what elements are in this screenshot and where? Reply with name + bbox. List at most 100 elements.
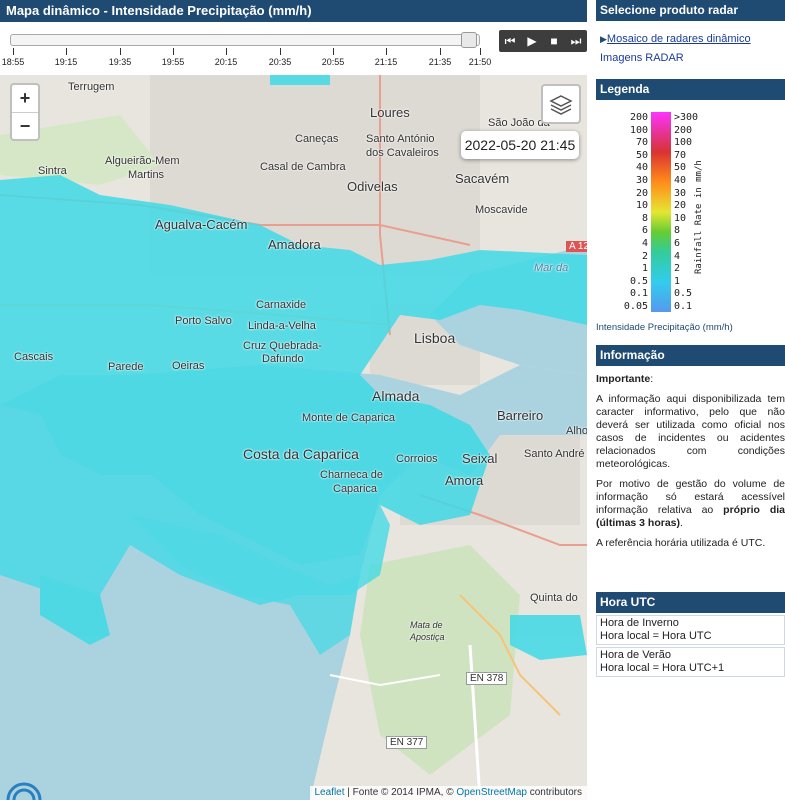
legend-right-label: 6	[674, 238, 681, 249]
legend-left-label: 70	[635, 137, 648, 149]
legend-right-label: 0.1	[674, 301, 693, 312]
radar-logo-icon	[6, 782, 42, 800]
place-label: Sintra	[38, 165, 67, 177]
tick-label: 21:35	[428, 57, 452, 67]
tick	[173, 48, 174, 55]
place-label: Linda-a-Velha	[248, 320, 316, 332]
place-label: Quinta do	[530, 592, 578, 604]
place-label: Oeiras	[172, 360, 205, 372]
tick	[440, 48, 441, 55]
place-label: Mar da	[534, 262, 569, 274]
tick-label: 21:15	[374, 57, 398, 67]
product-header: Selecione produto radar	[596, 0, 785, 21]
legend-right-label: 8	[674, 225, 681, 237]
legend-right-label: 70	[674, 149, 687, 161]
mosaic-link[interactable]: ▶Mosaico de radares dinâmico	[600, 33, 751, 45]
place-label: Amora	[445, 473, 484, 488]
stop-button[interactable]: ■	[544, 30, 564, 52]
playback-controls: ⏮ ▶ ■ ⏭	[499, 30, 587, 52]
place-label: Alho	[566, 425, 587, 437]
layers-icon	[549, 95, 573, 115]
forward-button[interactable]: ⏭	[566, 30, 586, 52]
road-label: A 12	[566, 241, 587, 252]
road-label: EN 377	[386, 736, 428, 749]
legend-left-label: 4	[641, 238, 648, 249]
map-panel: Mapa dinâmico - Intensidade Precipitação…	[0, 0, 587, 800]
place-label: Terrugem	[68, 81, 115, 93]
place-label: Sacavém	[455, 171, 510, 186]
place-label: Porto Salvo	[175, 315, 232, 327]
place-label: Mata de	[410, 620, 443, 630]
place-label: Dafundo	[262, 353, 304, 365]
tick	[66, 48, 67, 55]
tick-label: 20:15	[214, 57, 238, 67]
zoom-out-button[interactable]: −	[12, 113, 38, 140]
attribution-contributors: contributors	[526, 787, 582, 798]
place-label: Santo António	[366, 133, 435, 145]
rewind-button[interactable]: ⏮	[500, 30, 520, 52]
place-label: Santo André	[524, 448, 585, 460]
place-label: Lisboa	[414, 330, 456, 346]
place-label: Cruz Quebrada-	[243, 340, 322, 352]
legend-left-label: 10	[635, 200, 648, 212]
winter-time-box: Hora de Inverno Hora local = Hora UTC	[596, 615, 785, 645]
summer-label: Hora de Verão	[600, 649, 671, 661]
place-label: Almada	[372, 388, 420, 404]
place-label: Costa da Caparica	[243, 446, 359, 462]
tick-label: 21:50	[468, 57, 492, 67]
tick	[226, 48, 227, 55]
legend-right-label: 1	[674, 275, 681, 287]
legend-right-label: 200	[674, 124, 693, 136]
timeline-slider-track[interactable]	[10, 34, 480, 46]
legend-header: Legenda	[596, 79, 785, 100]
place-label: Seixal	[462, 451, 498, 466]
important-colon: :	[650, 373, 654, 385]
tick	[280, 48, 281, 55]
summer-value: Hora local = Hora UTC+1	[600, 662, 725, 674]
leaflet-link[interactable]: Leaflet	[315, 787, 345, 798]
important-label: Importante	[596, 373, 651, 385]
place-label: dos Cavaleiros	[366, 147, 439, 159]
legend-left-label: 50	[635, 149, 648, 161]
radar-images-link[interactable]: Imagens RADAR	[600, 52, 684, 64]
zoom-in-button[interactable]: +	[12, 85, 38, 113]
legend-left-label: 1	[641, 263, 648, 275]
legend-right-label: 40	[674, 175, 687, 186]
legend-right-label: 20	[674, 200, 687, 212]
road-label: EN 378	[466, 672, 508, 685]
timeline-slider-handle[interactable]	[461, 32, 477, 48]
place-label: Charneca de	[320, 469, 383, 481]
legend-right-label: >300	[674, 112, 699, 123]
tick-label: 19:55	[161, 57, 185, 67]
legend-left-label: 100	[629, 124, 648, 136]
info-paragraph: A informação aqui disponibilizada tem ca…	[596, 393, 785, 470]
layers-button[interactable]	[541, 84, 581, 124]
tick	[13, 48, 14, 55]
winter-value: Hora local = Hora UTC	[600, 630, 712, 642]
legend-left-label: 8	[641, 212, 648, 224]
legend-axis-label: Rainfall Rate in mm/h	[694, 160, 704, 274]
place-label: Amadora	[268, 237, 321, 252]
legend-right-label: 10	[674, 212, 687, 224]
place-label: Moscavide	[475, 204, 528, 216]
sidebar: Selecione produto radar ▶Mosaico de rada…	[596, 0, 785, 800]
legend-left-label: 0.1	[629, 288, 648, 300]
tick-label: 19:35	[108, 57, 132, 67]
osm-link[interactable]: OpenStreetMap	[456, 787, 527, 798]
radar-map[interactable]: Loures Terrugem São João da Santo Antóni…	[0, 75, 587, 800]
place-label: Parede	[108, 361, 144, 373]
place-label: Loures	[370, 105, 410, 120]
legend-left-label: 6	[641, 225, 648, 237]
timeline-ticks: 18:55 19:15 19:35 19:55 20:15 20:35 20:5…	[0, 48, 491, 74]
place-label: Agualva-Cacém	[155, 217, 248, 232]
tick	[480, 48, 481, 55]
place-label: Apostiça	[410, 632, 445, 642]
arrow-right-icon: ▶	[600, 34, 607, 44]
tick-label: 20:55	[321, 57, 345, 67]
map-attribution: Leaflet | Fonte © 2014 IPMA, © OpenStree…	[309, 786, 587, 800]
place-label: Monte de Caparica	[302, 412, 395, 424]
place-label: Algueirão-Mem	[105, 155, 180, 167]
legend-left-label: 2	[641, 250, 648, 262]
play-button[interactable]: ▶	[522, 30, 542, 52]
zoom-control: + −	[10, 83, 40, 141]
